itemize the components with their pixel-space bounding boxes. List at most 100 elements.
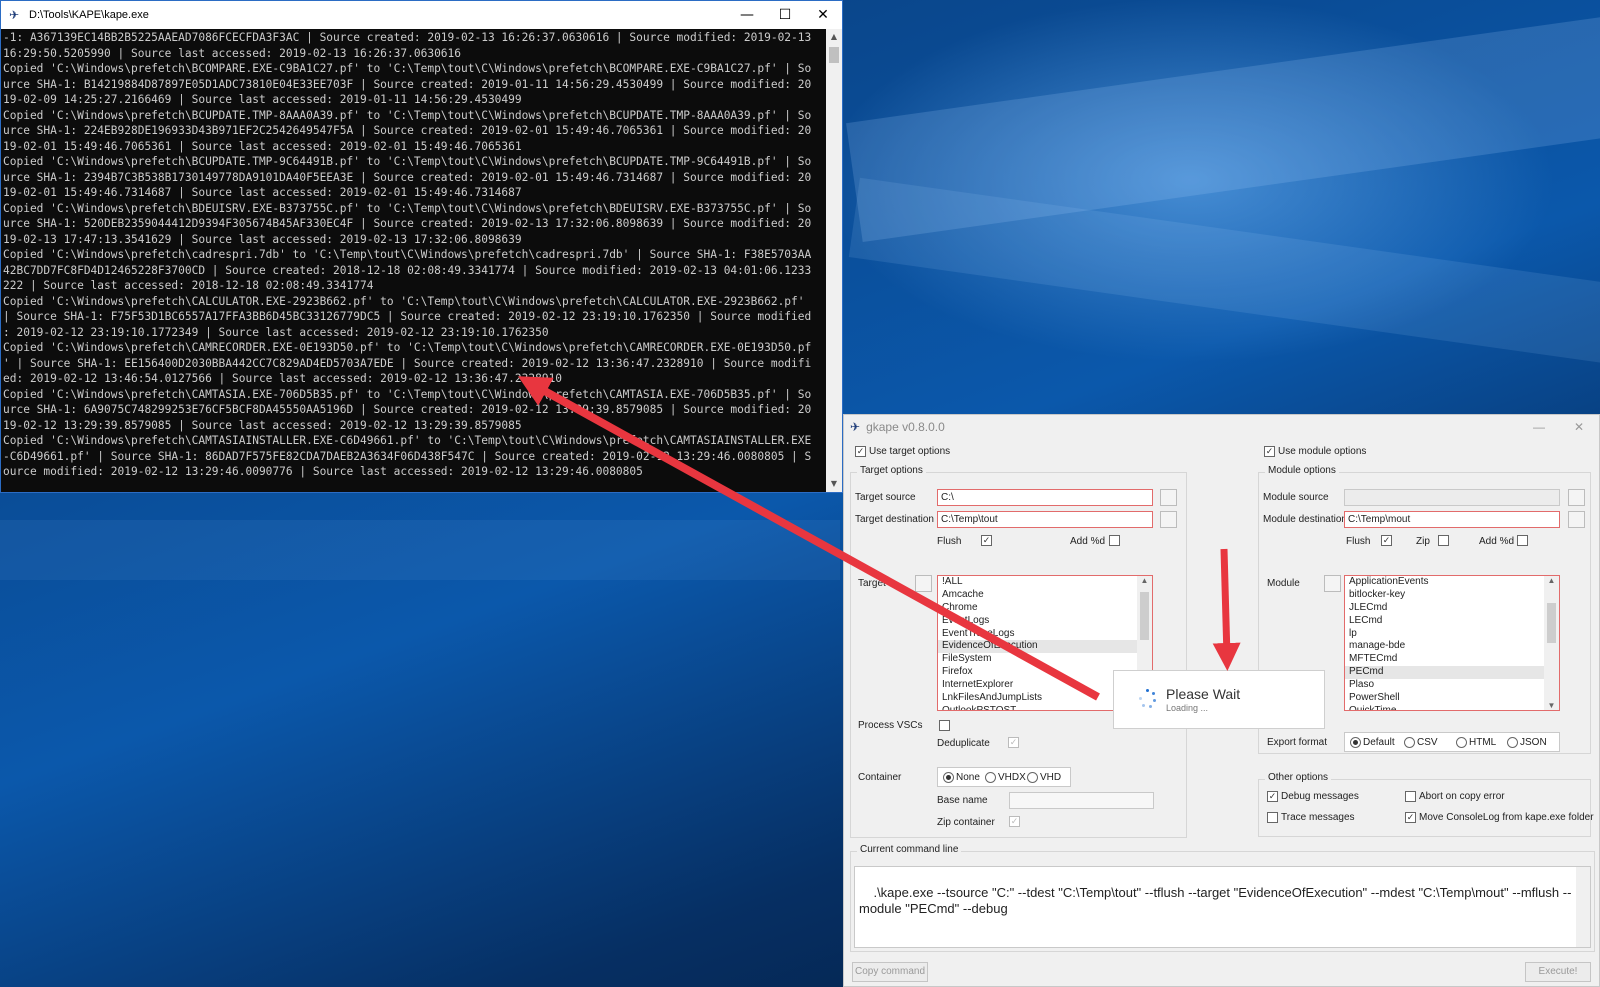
current-command-line-label: Current command line [857,844,962,855]
console-line: ' | Source SHA-1: EE156400D2030BBA442CC7… [3,356,812,370]
container-vhd-radio[interactable] [1027,772,1038,783]
scroll-down-arrow-icon[interactable]: ▼ [1544,701,1559,710]
console-scrollbar[interactable]: ▲ ▼ [826,29,842,492]
module-list-item[interactable]: lp [1345,628,1559,641]
use-target-options-checkbox[interactable]: ✓ [855,446,866,457]
module-list-item[interactable]: manage-bde [1345,640,1559,653]
target-destination-label: Target destination [855,514,934,525]
module-list-item[interactable]: Plaso [1345,679,1559,692]
console-line: Copied 'C:\Windows\prefetch\CALCULATOR.E… [3,294,805,308]
module-destination-label: Module destination [1263,514,1347,525]
abort-on-copy-error-checkbox[interactable] [1405,791,1416,802]
gkape-titlebar[interactable]: ✈ gkape v0.8.0.0 — ✕ [844,415,1599,439]
target-list-item[interactable]: FileSystem [938,653,1152,666]
module-list-item[interactable]: QuickTime [1345,705,1559,710]
console-titlebar[interactable]: ✈ D:\Tools\KAPE\kape.exe — ☐ ✕ [1,1,842,29]
minimize-button[interactable]: — [1519,420,1559,434]
module-list-item[interactable]: ApplicationEvents [1345,576,1559,589]
export-default-radio[interactable] [1350,737,1361,748]
zip-container-label: Zip container [937,817,995,828]
scrollbar-thumb[interactable] [1547,603,1556,643]
use-module-options-checkbox[interactable]: ✓ [1264,446,1275,457]
close-button[interactable]: ✕ [1559,420,1599,434]
export-html-radio[interactable] [1456,737,1467,748]
module-list-item[interactable]: MFTECmd [1345,653,1559,666]
container-vhdx-radio[interactable] [985,772,996,783]
zip-checkbox[interactable] [1438,535,1449,546]
container-none-radio[interactable] [943,772,954,783]
copy-command-button[interactable]: Copy command [852,962,928,982]
module-listbox[interactable]: ApplicationEvents bitlocker-key JLECmd LECm… [1344,575,1560,711]
module-list-item[interactable]: LECmd [1345,615,1559,628]
target-list-item[interactable]: !ALL [938,576,1152,589]
debug-messages-label: Debug messages [1281,791,1359,802]
export-format-radio-group: Default CSV HTML JSON [1344,732,1560,752]
deduplicate-checkbox[interactable]: ✓ [1008,737,1019,748]
module-add-d-checkbox[interactable] [1517,535,1528,546]
target-destination-browse-button[interactable] [1160,511,1177,528]
trace-messages-label: Trace messages [1281,812,1355,823]
add-d-checkbox[interactable] [1109,535,1120,546]
module-list-item[interactable]: JLECmd [1345,602,1559,615]
container-vhd-label: VHD [1040,772,1062,783]
loading-spinner-icon [1139,689,1157,709]
target-list-item[interactable]: EventTraceLogs [938,628,1152,641]
command-line-textbox[interactable]: .\kape.exe --tsource "C:" --tdest "C:\Te… [854,866,1591,948]
scrollbar-thumb[interactable] [1140,592,1149,640]
target-list-item[interactable]: Chrome [938,602,1152,615]
module-filter-button[interactable] [1324,575,1341,592]
close-button[interactable]: ✕ [804,1,842,29]
move-consolelog-checkbox[interactable]: ✓ [1405,812,1416,823]
console-line: urce SHA-1: 224EB928DE196933D43B971EF2C2… [3,124,812,137]
maximize-button[interactable]: ☐ [766,1,804,29]
scroll-up-arrow-icon[interactable]: ▲ [1544,576,1559,585]
target-destination-input[interactable]: C:\Temp\tout [937,511,1153,528]
target-filter-button[interactable] [915,575,932,592]
base-name-input[interactable] [1009,792,1154,809]
console-line: 222 | Source last accessed: 2018-12-18 0… [3,279,374,292]
console-title: D:\Tools\KAPE\kape.exe [29,9,149,21]
zip-container-checkbox[interactable]: ✓ [1009,816,1020,827]
console-line: Copied 'C:\Windows\prefetch\CAMRECORDER.… [3,341,812,354]
export-csv-radio[interactable] [1404,737,1415,748]
module-destination-input[interactable]: C:\Temp\mout [1344,511,1560,528]
console-line: Copied 'C:\Windows\prefetch\BDEUISRV.EXE… [3,201,812,215]
console-line: 19-02-01 15:49:46.7065361 | Source last … [3,139,522,153]
module-list-item[interactable]: PECmd [1345,666,1559,680]
target-options-group-label: Target options [857,465,926,476]
process-vscs-checkbox[interactable] [939,720,950,731]
container-label: Container [858,772,902,783]
scrollbar-thumb[interactable] [829,47,839,63]
console-output[interactable]: -1: A367139EC14BB2B5225AAEAD7086FCECFDA3… [1,29,826,492]
execute-button[interactable]: Execute! [1525,962,1591,982]
module-destination-browse-button[interactable] [1568,511,1585,528]
console-window: ✈ D:\Tools\KAPE\kape.exe — ☐ ✕ -1: A3671… [0,0,843,493]
flush-checkbox[interactable]: ✓ [981,535,992,546]
target-list-item[interactable]: EventLogs [938,615,1152,628]
other-options-group [1258,779,1591,837]
target-source-input[interactable]: C:\ [937,489,1153,506]
debug-messages-checkbox[interactable]: ✓ [1267,791,1278,802]
container-radio-group: None VHDX VHD [937,767,1071,787]
module-list-item[interactable]: bitlocker-key [1345,589,1559,602]
trace-messages-checkbox[interactable] [1267,812,1278,823]
please-wait-title: Please Wait [1166,686,1241,702]
console-line: 16:29:50.5205990 | Source last accessed:… [3,46,462,60]
console-line: 19-02-01 15:49:46.7314687 | Source last … [3,186,522,199]
module-list-item[interactable]: PowerShell [1345,692,1559,705]
module-flush-checkbox[interactable]: ✓ [1381,535,1392,546]
target-list-item[interactable]: EvidenceOfExecution [938,640,1152,654]
module-source-label: Module source [1263,492,1329,503]
export-json-radio[interactable] [1507,737,1518,748]
scroll-down-arrow-icon[interactable]: ▼ [826,476,842,492]
console-line: urce SHA-1: 6A9075C748299253E76CF5BCF8DA… [3,403,812,416]
scroll-up-arrow-icon[interactable]: ▲ [1137,576,1152,585]
target-source-browse-button[interactable] [1160,489,1177,506]
target-list-item[interactable]: Amcache [938,589,1152,602]
module-source-browse-button[interactable] [1568,489,1585,506]
minimize-button[interactable]: — [728,1,766,29]
module-source-input[interactable] [1344,489,1560,506]
scroll-up-arrow-icon[interactable]: ▲ [826,29,842,45]
module-list-scrollbar[interactable]: ▲ ▼ [1544,576,1559,710]
command-line-scrollbar[interactable] [1576,867,1590,947]
